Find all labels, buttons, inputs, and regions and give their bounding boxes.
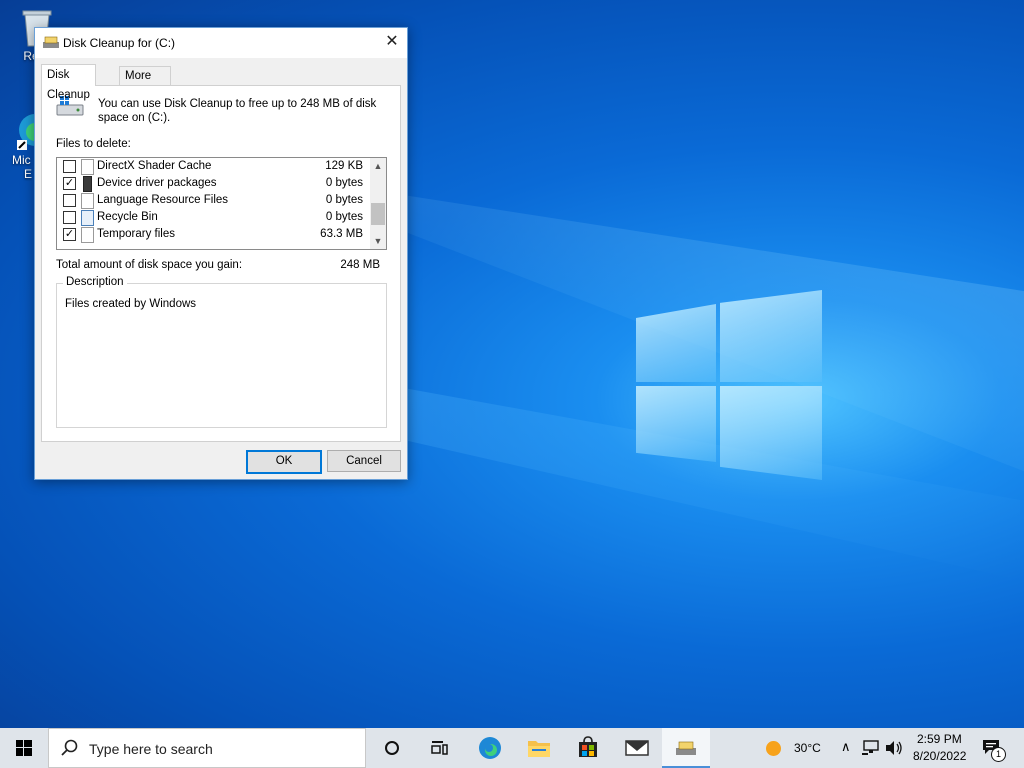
files-to-delete-label: Files to delete:: [56, 138, 131, 150]
file-size: 129 KB: [325, 160, 363, 172]
task-view-cortana-button[interactable]: [368, 728, 416, 768]
task-view-button[interactable]: [416, 728, 464, 768]
cortana-circle-icon: [385, 741, 399, 755]
wallpaper-windows-logo: [636, 290, 822, 480]
disk-cleanup-icon: [676, 741, 696, 755]
clock-date[interactable]: 8/20/2022: [913, 749, 966, 763]
file-name: Language Resource Files: [97, 194, 229, 206]
recycle-bin-icon: [81, 210, 94, 226]
description-title: Description: [63, 276, 127, 288]
file-name: Recycle Bin: [97, 211, 158, 223]
file-checkbox[interactable]: [63, 194, 76, 207]
file-name: Temporary files: [97, 228, 175, 240]
files-to-delete-list[interactable]: DirectX Shader Cache 129 KB ✓ Device dri…: [56, 157, 387, 250]
ok-button[interactable]: OK: [246, 450, 322, 474]
taskbar-edge-button[interactable]: [466, 728, 514, 768]
file-icon: [81, 227, 94, 243]
file-icon: [81, 193, 94, 209]
tab-panel: You can use Disk Cleanup to free up to 2…: [41, 85, 401, 442]
file-size: 63.3 MB: [320, 228, 363, 240]
driver-package-icon: [83, 176, 92, 192]
file-checkbox[interactable]: [63, 211, 76, 224]
list-item[interactable]: ✓ Temporary files 63.3 MB: [57, 226, 369, 243]
network-icon[interactable]: [862, 740, 880, 756]
windows-start-icon: [16, 740, 32, 756]
file-checkbox[interactable]: [63, 160, 76, 173]
scroll-up-arrow-icon[interactable]: ▲: [370, 158, 386, 174]
file-size: 0 bytes: [325, 194, 363, 206]
scroll-thumb[interactable]: [371, 203, 385, 225]
list-item[interactable]: Language Resource Files 0 bytes: [57, 192, 369, 209]
mail-icon: [625, 740, 649, 756]
disk-cleanup-icon: [43, 36, 59, 50]
start-button[interactable]: [0, 728, 48, 768]
file-checkbox[interactable]: ✓: [63, 228, 76, 241]
tab-more-options[interactable]: More Options: [119, 66, 171, 100]
file-checkbox[interactable]: ✓: [63, 177, 76, 190]
taskbar-search-box[interactable]: Type here to search: [48, 728, 366, 768]
file-size: 0 bytes: [325, 177, 363, 189]
weather-temperature[interactable]: 30°C: [794, 741, 821, 755]
search-icon: [61, 739, 78, 756]
folder-icon: [528, 741, 550, 757]
task-view-icon: [431, 741, 448, 755]
store-bag-icon: [579, 736, 597, 757]
list-item[interactable]: Recycle Bin 0 bytes: [57, 209, 369, 226]
total-space-label: Total amount of disk space you gain:: [56, 259, 243, 271]
description-text: Files created by Windows: [65, 298, 197, 310]
intro-text: You can use Disk Cleanup to free up to 2…: [98, 98, 377, 124]
taskbar-store-button[interactable]: [564, 728, 612, 768]
notification-count-badge: 1: [991, 747, 1006, 762]
taskbar-file-explorer-button[interactable]: [515, 728, 563, 768]
window-title: Disk Cleanup for (C:): [63, 36, 176, 50]
taskbar-mail-button[interactable]: [613, 728, 661, 768]
clock-time[interactable]: 2:59 PM: [917, 732, 962, 746]
search-placeholder: Type here to search: [89, 741, 213, 757]
scroll-down-arrow-icon[interactable]: ▼: [370, 233, 386, 249]
list-scrollbar[interactable]: ▲ ▼: [370, 158, 386, 249]
close-button[interactable]: ✕: [377, 28, 407, 58]
list-item[interactable]: DirectX Shader Cache 129 KB: [57, 158, 369, 175]
disk-cleanup-dialog: Disk Cleanup for (C:) ✕ Disk Cleanup Mor…: [34, 27, 408, 480]
weather-sun-icon[interactable]: [766, 741, 781, 756]
total-space-value: 248 MB: [340, 259, 380, 271]
chevron-up-icon[interactable]: ∧: [841, 739, 851, 755]
taskbar-disk-cleanup-button[interactable]: [662, 728, 710, 768]
description-group: Description Files created by Windows: [56, 276, 387, 428]
tab-disk-cleanup[interactable]: Disk Cleanup: [41, 64, 96, 101]
file-name: Device driver packages: [97, 177, 217, 189]
list-item[interactable]: ✓ Device driver packages 0 bytes: [57, 175, 369, 192]
file-icon: [81, 159, 94, 175]
title-bar[interactable]: Disk Cleanup for (C:) ✕: [35, 28, 407, 58]
cancel-button[interactable]: Cancel: [327, 450, 401, 472]
taskbar: Type here to search 30°C ∧ 2:59 PM 8/20/…: [0, 728, 1024, 768]
volume-icon[interactable]: [885, 740, 903, 756]
edge-icon: [479, 737, 501, 759]
action-center-button[interactable]: 1: [978, 736, 1006, 762]
file-size: 0 bytes: [325, 211, 363, 223]
file-name: DirectX Shader Cache: [97, 160, 212, 172]
